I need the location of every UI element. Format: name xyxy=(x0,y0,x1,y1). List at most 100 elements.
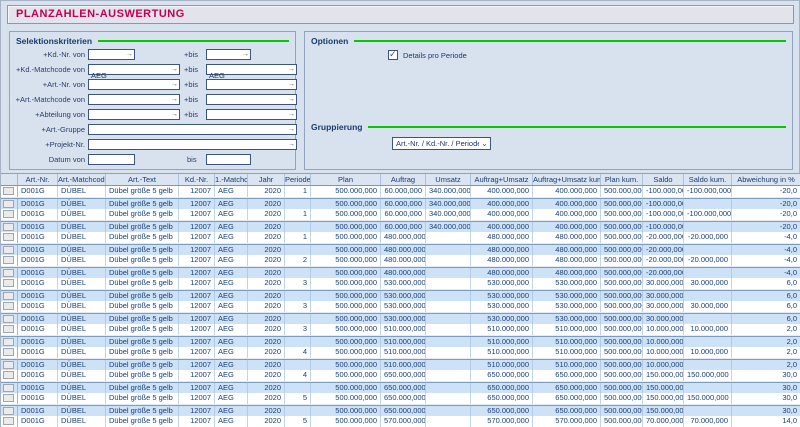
datum-bis-input[interactable] xyxy=(207,161,250,170)
row-selector[interactable] xyxy=(1,255,18,266)
row-selector[interactable] xyxy=(1,406,18,417)
cell-saldo: -20.000,000 xyxy=(643,255,684,266)
table-row[interactable]: D001GDÜBELDübel größe 5 gelb12007AEG2020… xyxy=(1,255,800,267)
cell-kdmatchcode: AEG xyxy=(215,383,248,394)
table-row[interactable]: D001GDÜBELDübel größe 5 gelb12007AEG2020… xyxy=(1,301,800,313)
column-header-kdmatchcode[interactable]: 1.-Matchcoc xyxy=(215,174,248,185)
row-selector[interactable] xyxy=(1,337,18,348)
cell-plan: 500.000,000 xyxy=(311,255,381,266)
cell-umsatz xyxy=(426,301,471,312)
row-selector-box xyxy=(3,325,14,333)
cell-saldo: 150.000,000 xyxy=(643,406,684,417)
cell-auftrag-umsatz: 510.000,000 xyxy=(471,347,533,358)
column-header-artmatchcode[interactable]: Art.-Matchcode xyxy=(58,174,106,185)
column-header-periode[interactable]: Periode xyxy=(285,174,311,185)
row-selector[interactable] xyxy=(1,347,18,358)
cell-auftrag-umsatz: 650.000,000 xyxy=(471,393,533,404)
row-selector[interactable] xyxy=(1,360,18,371)
cell-auftrag-umsatz-kum: 400.000,000 xyxy=(533,209,601,220)
table-row-sum[interactable]: D001GDÜBELDübel größe 5 gelb12007AEG2020… xyxy=(1,198,800,210)
column-header-plan-kum[interactable]: Plan kum. xyxy=(601,174,643,185)
row-selector[interactable] xyxy=(1,314,18,325)
table-row[interactable]: D001GDÜBELDübel größe 5 gelb12007AEG2020… xyxy=(1,232,800,244)
column-header-abweichung[interactable]: Abweichung in % xyxy=(732,174,800,185)
table-row-sum[interactable]: D001GDÜBELDübel größe 5 gelb12007AEG2020… xyxy=(1,313,800,325)
datum-bis-label: bis xyxy=(187,154,197,165)
cell-plan-kum: 500.000,000 xyxy=(601,291,643,302)
table-row[interactable]: D001GDÜBELDübel größe 5 gelb12007AEG2020… xyxy=(1,324,800,336)
cell-artnr: D001G xyxy=(18,360,58,371)
table-row-sum[interactable]: D001GDÜBELDübel größe 5 gelb12007AEG2020… xyxy=(1,336,800,348)
table-row-sum[interactable]: D001GDÜBELDübel größe 5 gelb12007AEG2020… xyxy=(1,267,800,279)
cell-abweichung: 2,0 xyxy=(732,324,800,335)
table-row-sum[interactable]: D001GDÜBELDübel größe 5 gelb12007AEG2020… xyxy=(1,244,800,256)
table-row-sum[interactable]: D001GDÜBELDübel größe 5 gelb12007AEG2020… xyxy=(1,382,800,394)
cell-saldo-kum xyxy=(684,406,732,417)
column-header-umsatz[interactable]: Umsatz xyxy=(426,174,471,185)
column-header-kdnr[interactable]: Kd.-Nr. xyxy=(179,174,215,185)
column-header-artnr[interactable]: Art.-Nr. xyxy=(18,174,58,185)
checkmark-icon: ✓ xyxy=(389,49,397,60)
cell-artnr: D001G xyxy=(18,301,58,312)
details-pro-periode-checkbox[interactable]: ✓ xyxy=(388,50,398,60)
cell-auftrag-umsatz: 650.000,000 xyxy=(471,370,533,381)
table-row[interactable]: D001GDÜBELDübel größe 5 gelb12007AEG2020… xyxy=(1,278,800,290)
cell-auftrag-umsatz: 480.000,000 xyxy=(471,245,533,256)
table-row-sum[interactable]: D001GDÜBELDübel größe 5 gelb12007AEG2020… xyxy=(1,405,800,417)
table-row[interactable]: D001GDÜBELDübel größe 5 gelb12007AEG2020… xyxy=(1,393,800,405)
row-selector[interactable] xyxy=(1,393,18,404)
row-selector[interactable] xyxy=(1,222,18,233)
cell-saldo: 150.000,000 xyxy=(643,383,684,394)
row-selector[interactable] xyxy=(1,209,18,220)
cell-umsatz xyxy=(426,416,471,427)
column-header-saldo-kum[interactable]: Saldo kum. xyxy=(684,174,732,185)
table-row[interactable]: D001GDÜBELDübel größe 5 gelb12007AEG2020… xyxy=(1,186,800,198)
table-row[interactable]: D001GDÜBELDübel größe 5 gelb12007AEG2020… xyxy=(1,347,800,359)
row-selector[interactable] xyxy=(1,291,18,302)
cell-auftrag: 650.000,000 xyxy=(381,406,426,417)
cell-kdmatchcode: AEG xyxy=(215,278,248,289)
table-row-sum[interactable]: D001GDÜBELDübel größe 5 gelb12007AEG2020… xyxy=(1,290,800,302)
cell-auftrag: 530.000,000 xyxy=(381,291,426,302)
row-selector[interactable] xyxy=(1,186,18,197)
row-selector[interactable] xyxy=(1,232,18,243)
table-row[interactable]: D001GDÜBELDübel größe 5 gelb12007AEG2020… xyxy=(1,209,800,221)
column-header-auftrag-umsatz[interactable]: Auftrag+Umsatz xyxy=(471,174,533,185)
row-selector[interactable] xyxy=(1,416,18,427)
row-selector-box xyxy=(3,361,14,369)
datum-von-input[interactable] xyxy=(89,161,134,170)
table-row-sum[interactable]: D001GDÜBELDübel größe 5 gelb12007AEG2020… xyxy=(1,221,800,233)
cell-jahr: 2020 xyxy=(248,324,285,335)
row-selector[interactable] xyxy=(1,383,18,394)
row-selector[interactable] xyxy=(1,324,18,335)
row-selector[interactable] xyxy=(1,278,18,289)
column-header-plan[interactable]: Plan xyxy=(311,174,381,185)
cell-saldo: 150.000,000 xyxy=(643,370,684,381)
table-row[interactable]: D001GDÜBELDübel größe 5 gelb12007AEG2020… xyxy=(1,370,800,382)
row-selector-box xyxy=(3,302,14,310)
column-header-jahr[interactable]: Jahr xyxy=(248,174,285,185)
cell-auftrag-umsatz-kum: 650.000,000 xyxy=(533,383,601,394)
column-header-arttext[interactable]: Art.-Text xyxy=(106,174,179,185)
cell-saldo: 10.000,000 xyxy=(643,347,684,358)
row-selector[interactable] xyxy=(1,245,18,256)
cell-saldo: 30.000,000 xyxy=(643,314,684,325)
cell-arttext: Dübel größe 5 gelb xyxy=(106,360,179,371)
row-selector[interactable] xyxy=(1,268,18,279)
column-header-auftrag-umsatz-kum[interactable]: Auftrag+Umsatz kum. xyxy=(533,174,601,185)
row-selector-box xyxy=(3,394,14,402)
cell-umsatz: 340.000,000 xyxy=(426,209,471,220)
cell-kdmatchcode: AEG xyxy=(215,186,248,197)
cell-artmatchcode: DÜBEL xyxy=(58,360,106,371)
column-header-auftrag[interactable]: Auftrag xyxy=(381,174,426,185)
cell-periode: 1 xyxy=(285,186,311,197)
kdmatch-bis-field-wrap: → xyxy=(206,64,297,75)
table-row[interactable]: D001GDÜBELDübel größe 5 gelb12007AEG2020… xyxy=(1,416,800,427)
grouping-select[interactable]: Art.-Nr. / Kd.-Nr. / Periode ⌄ xyxy=(392,137,491,150)
row-selector[interactable] xyxy=(1,199,18,210)
row-selector[interactable] xyxy=(1,301,18,312)
cell-arttext: Dübel größe 5 gelb xyxy=(106,301,179,312)
row-selector[interactable] xyxy=(1,370,18,381)
column-header-saldo[interactable]: Saldo xyxy=(643,174,684,185)
table-row-sum[interactable]: D001GDÜBELDübel größe 5 gelb12007AEG2020… xyxy=(1,359,800,371)
